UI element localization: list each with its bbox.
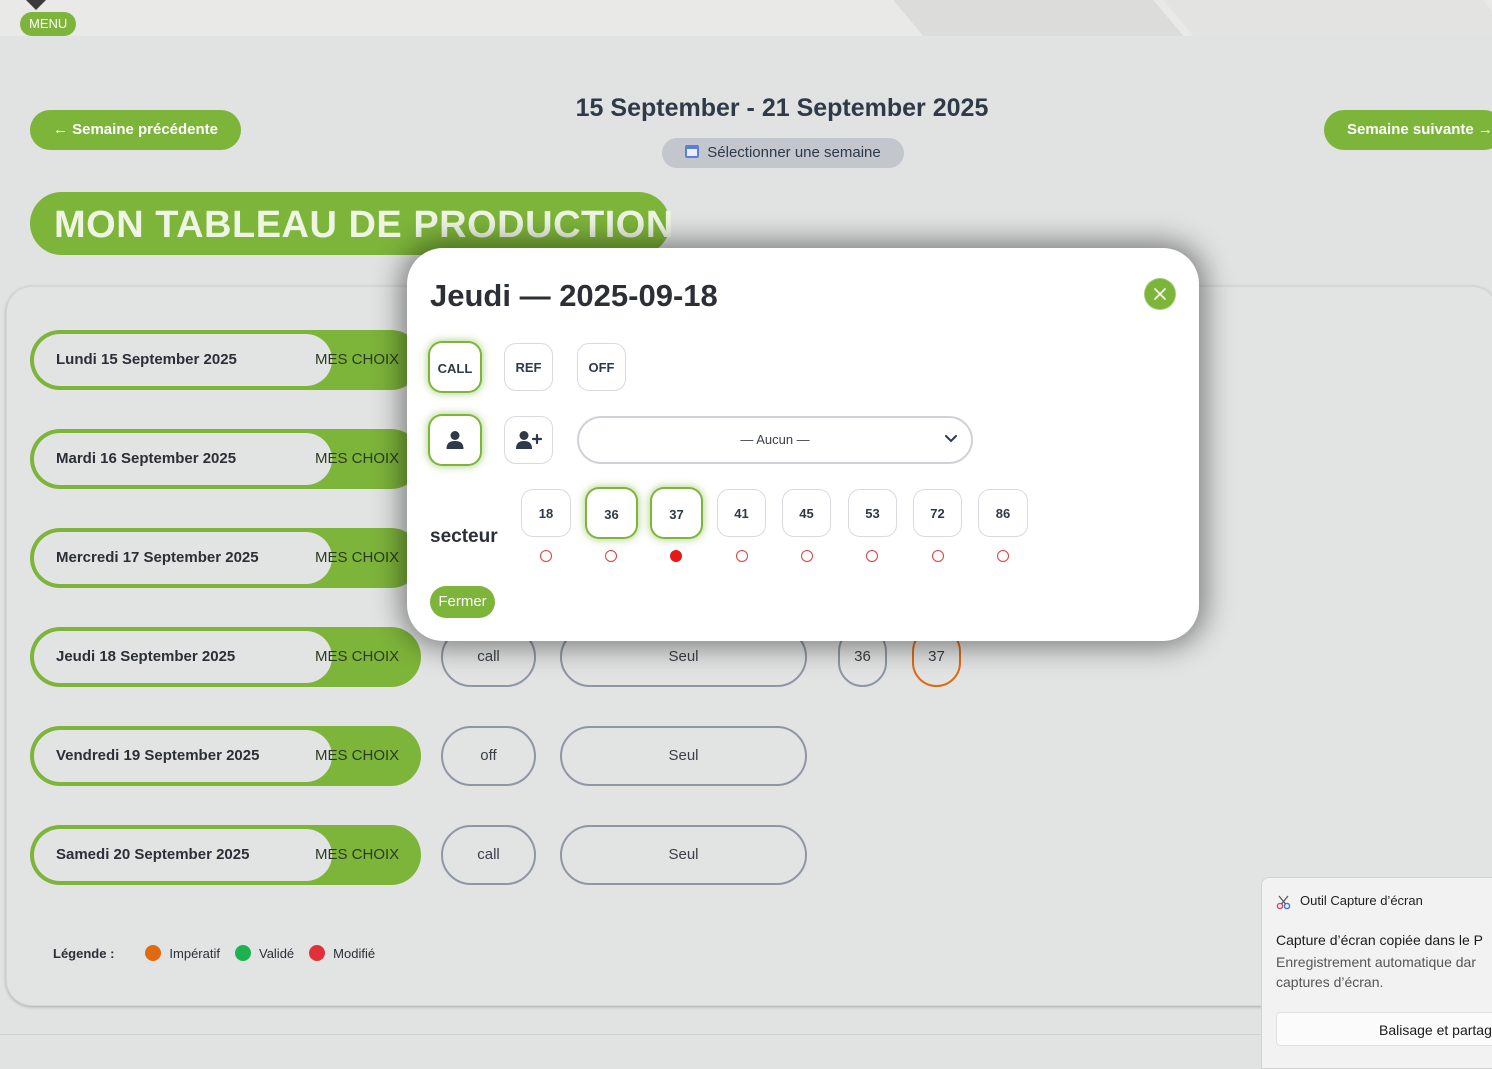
shift-type-slot[interactable]: call [441, 825, 536, 885]
snipping-tool-icon [1276, 895, 1291, 910]
partner-select-value: — Aucun — [740, 432, 810, 447]
sector-53-button[interactable]: 53 [848, 489, 897, 537]
page-title: MON TABLEAU DE PRODUCTION [30, 192, 673, 255]
screenshot-notification[interactable]: Outil Capture d’écran Capture d’écran co… [1261, 877, 1492, 1069]
sector-18-imperatif-radio[interactable] [540, 550, 552, 562]
team-slot[interactable]: Seul [560, 726, 807, 786]
sector-45-button[interactable]: 45 [782, 489, 831, 537]
decorative-stripe [884, 0, 1196, 36]
sector-18-button[interactable]: 18 [521, 489, 571, 537]
secteur-label: secteur [430, 526, 498, 547]
legend-item-modifie: Modifié [309, 945, 375, 961]
previous-week-button[interactable]: ← Semaine précédente [30, 110, 241, 150]
legend-item-imperatif: Impératif [145, 945, 220, 961]
chevron-down-icon [945, 435, 957, 443]
legend-label: Validé [258, 945, 295, 961]
legend-item-valide: Validé [234, 945, 295, 961]
legend-dot [234, 945, 251, 961]
user-plus-icon [515, 431, 542, 449]
day-edit-modal: Jeudi — 2025-09-18 CALL REF OFF — Aucun … [407, 248, 1199, 641]
type-ref-button[interactable]: REF [504, 343, 553, 391]
sector-36-imperatif-radio[interactable] [605, 550, 617, 562]
week-title: 15 September - 21 September 2025 [575, 94, 989, 122]
menu-button[interactable]: MENU [20, 12, 77, 36]
day-pill[interactable]: Mardi 16 September 2025 MES CHOIX [30, 429, 421, 489]
add-partner-button[interactable] [504, 416, 553, 464]
day-label: Samedi 20 September 2025 [34, 829, 332, 881]
user-icon [446, 431, 464, 449]
team-slot[interactable]: Seul [560, 825, 807, 885]
notification-heading: Capture d’écran copiée dans le P [1276, 932, 1484, 948]
day-label: Mercredi 17 September 2025 [34, 532, 332, 584]
type-off-button[interactable]: OFF [577, 343, 626, 391]
sector-41-imperatif-radio[interactable] [736, 550, 748, 562]
day-pill[interactable]: Vendredi 19 September 2025 MES CHOIX [30, 726, 421, 786]
menu-caret-icon [26, 0, 46, 10]
legend-label: Impératif [169, 945, 220, 961]
select-week-button[interactable]: Sélectionner une semaine [662, 138, 904, 168]
sector-36-button[interactable]: 36 [587, 489, 636, 537]
mes-choix-label: MES CHOIX [315, 747, 400, 764]
sector-72-imperatif-radio[interactable] [932, 550, 944, 562]
shift-type-slot[interactable]: off [441, 726, 536, 786]
notification-body: Enregistrement automatique dar captures … [1276, 954, 1476, 990]
sector-72-button[interactable]: 72 [913, 489, 962, 537]
fermer-button[interactable]: Fermer [430, 586, 495, 618]
day-pill[interactable]: Lundi 15 September 2025 MES CHOIX [30, 330, 421, 390]
sector-37-button[interactable]: 37 [652, 489, 701, 537]
partner-select[interactable]: — Aucun — [577, 416, 973, 464]
mes-choix-label: MES CHOIX [315, 549, 400, 566]
day-label: Mardi 16 September 2025 [34, 433, 332, 485]
calendar-icon [685, 145, 700, 158]
mes-choix-label: MES CHOIX [315, 648, 400, 665]
solo-mode-button[interactable] [430, 416, 480, 464]
day-label: Vendredi 19 September 2025 [34, 730, 332, 782]
sector-53-imperatif-radio[interactable] [866, 550, 878, 562]
day-pill[interactable]: Jeudi 18 September 2025 MES CHOIX [30, 627, 421, 687]
modal-title: Jeudi — 2025-09-18 [430, 278, 718, 313]
day-label: Jeudi 18 September 2025 [34, 631, 332, 683]
notification-action-button[interactable]: Balisage et partag [1276, 1012, 1492, 1046]
notification-app-name: Outil Capture d’écran [1300, 893, 1423, 908]
legend-title: Légende : [53, 945, 115, 961]
type-call-button[interactable]: CALL [430, 343, 480, 391]
mes-choix-label: MES CHOIX [315, 846, 400, 863]
next-week-button[interactable]: Semaine suivante → [1324, 110, 1492, 150]
day-pill[interactable]: Samedi 20 September 2025 MES CHOIX [30, 825, 421, 885]
decorative-stripe [1154, 0, 1492, 36]
select-week-label: Sélectionner une semaine [707, 144, 881, 161]
top-bar [0, 0, 1492, 36]
sector-37-imperatif-radio[interactable] [670, 550, 682, 562]
legend: Légende : Impératif Validé Modifié [53, 945, 390, 961]
close-button[interactable] [1145, 279, 1175, 309]
legend-dot [145, 945, 162, 961]
legend-label: Modifié [333, 945, 376, 961]
mes-choix-label: MES CHOIX [315, 351, 400, 368]
mes-choix-label: MES CHOIX [315, 450, 400, 467]
close-icon [1154, 288, 1166, 300]
day-pill[interactable]: Mercredi 17 September 2025 MES CHOIX [30, 528, 421, 588]
legend-dot [309, 945, 326, 961]
sector-86-imperatif-radio[interactable] [997, 550, 1009, 562]
sector-41-button[interactable]: 41 [717, 489, 766, 537]
sector-86-button[interactable]: 86 [978, 489, 1028, 537]
sector-45-imperatif-radio[interactable] [801, 550, 813, 562]
day-label: Lundi 15 September 2025 [34, 334, 332, 386]
